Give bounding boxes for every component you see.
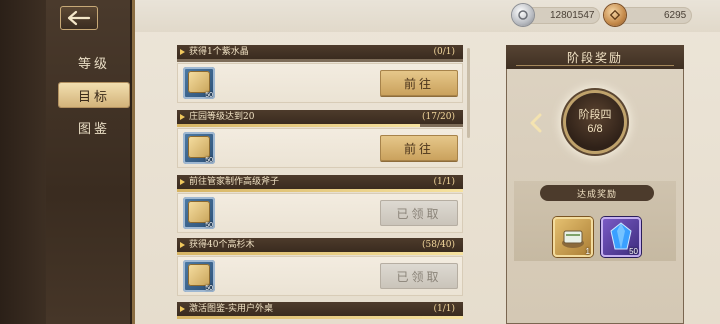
task-progress: (1/1) [433,177,455,187]
go-button[interactable]: 前往 [380,135,458,161]
task-progress-bar [177,124,463,127]
gold-chest-icon[interactable]: 1 [553,217,593,257]
sidebar-item-goal[interactable]: 目标 [59,83,129,107]
reward-count: 1 [585,247,590,256]
task-progress: (1/1) [433,304,455,314]
progress-fill [177,252,463,255]
claimed-button[interactable]: 已领取 [380,200,458,226]
task-title: 激活图鉴-实用户外桌 [189,304,274,314]
reward-count: 50 [205,92,213,99]
silver-coin-icon [512,4,534,26]
sidebar-edge [0,0,46,324]
task-progress: (0/1) [433,47,455,57]
task-header: 获得40个高杉木 (58/40) [177,238,463,252]
reward-scroll-icon: 50 [183,260,215,292]
reward-scroll-icon: 50 [183,132,215,164]
chevron-left-icon[interactable] [527,112,545,134]
task-title: 前往管家制作高级斧子 [189,177,280,187]
progress-fill [177,316,463,319]
triangle-icon [180,49,185,55]
task-title: 庄园等级达到20 [189,112,255,122]
reward-count: 50 [205,222,213,229]
stage-medal: 阶段四 6/8 [566,93,624,151]
task-progress-bar [177,316,463,319]
stage-name: 阶段四 [578,108,612,121]
arrow-left-icon [67,10,91,26]
stage-progress: 6/8 [587,123,603,135]
task-header: 庄园等级达到20 (17/20) [177,110,463,124]
task-header: 前往管家制作高级斧子 (1/1) [177,175,463,189]
bronze-coin-value: 6295 [664,10,687,21]
task-title: 获得1个紫水晶 [189,47,249,57]
triangle-icon [180,242,185,248]
sidebar-item-codex[interactable]: 图鉴 [59,115,129,139]
task-title: 获得40个高杉木 [189,240,255,250]
task-progress: (17/20) [422,112,455,122]
reward-count: 50 [205,157,213,164]
sidebar [0,0,135,324]
list-scrollbar[interactable] [467,48,470,138]
triangle-icon [180,179,185,185]
triangle-icon [180,114,185,120]
blue-crystal-icon[interactable]: 50 [601,217,641,257]
reward-scroll-icon: 50 [183,197,215,229]
bronze-coin-icon [604,4,626,26]
reward-count: 50 [629,247,638,256]
task-progress-bar [177,252,463,255]
progress-fill [177,189,463,192]
task-header: 激活图鉴-实用户外桌 (1/1) [177,302,463,316]
sidebar-item-level[interactable]: 等级 [59,50,129,74]
reward-scroll-icon: 50 [183,67,215,99]
task-progress-bar [177,189,463,192]
go-button[interactable]: 前往 [380,70,458,96]
task-progress: (58/40) [422,240,455,250]
back-button[interactable] [60,6,98,30]
reward-count: 50 [205,285,213,292]
progress-fill [177,124,421,127]
claimed-button[interactable]: 已领取 [380,263,458,289]
reward-label: 达成奖励 [540,185,654,201]
task-header: 获得1个紫水晶 (0/1) [177,45,463,59]
stage-reward-title: 阶段奖励 [506,45,684,69]
silver-coin-value: 12801547 [550,10,595,21]
task-progress-bar [177,59,463,62]
triangle-icon [180,306,185,312]
